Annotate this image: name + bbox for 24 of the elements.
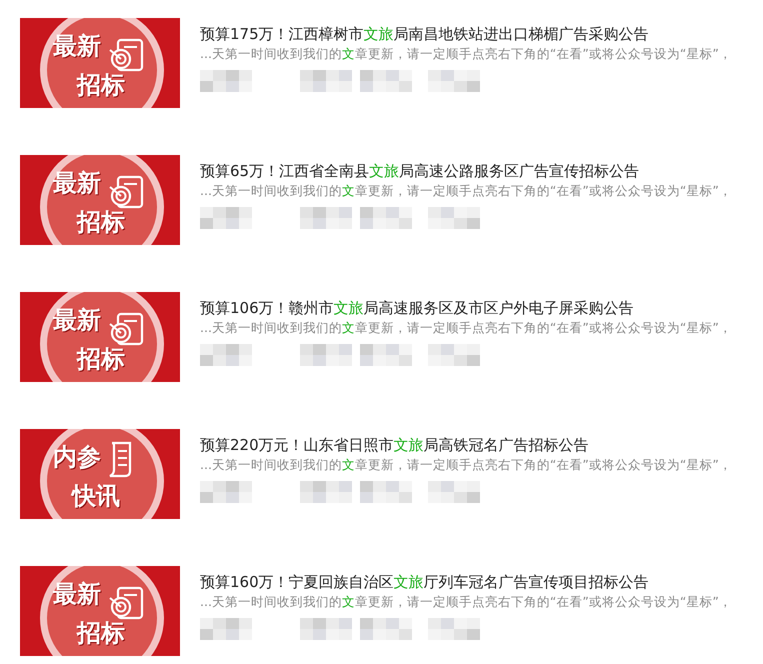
article-title[interactable]: 预算65万！江西省全南县文旅局高速公路服务区广告宣传招标公告 (200, 161, 732, 181)
article-snippet: ...天第一时间收到我们的文章更新，请一定顺手点亮右下角的“在看”或将公众号设为“星标”， (200, 319, 732, 337)
badge-text: 招标 (77, 73, 125, 97)
target-icon (108, 38, 144, 72)
article-snippet: ...天第一时间收到我们的文章更新，请一定顺手点亮右下角的“在看”或将公众号设为“星标”， (200, 593, 732, 611)
badge-text: 招标 (77, 347, 125, 371)
badge-text: 招标 (77, 210, 125, 234)
badge-text: 内参 (53, 445, 101, 469)
target-icon (108, 175, 144, 209)
badge-text: 快讯 (72, 484, 120, 508)
article-snippet: ...天第一时间收到我们的文章更新，请一定顺手点亮右下角的“在看”或将公众号设为“星标”， (200, 182, 732, 200)
article-title[interactable]: 预算220万元！山东省日照市文旅局高铁冠名广告招标公告 (200, 435, 732, 455)
article-title[interactable]: 预算106万！赣州市文旅局高速服务区及市区户外电子屏采购公告 (200, 298, 732, 318)
badge-text: 最新 (53, 582, 101, 606)
article-title[interactable]: 预算160万！宁夏回族自治区文旅厅列车冠名广告宣传项目招标公告 (200, 572, 732, 592)
article-snippet: ...天第一时间收到我们的文章更新，请一定顺手点亮右下角的“在看”或将公众号设为“星标”， (200, 45, 732, 63)
badge-text: 最新 (53, 308, 101, 332)
badge-text: 最新 (53, 34, 101, 58)
target-icon (108, 586, 144, 620)
article-snippet: ...天第一时间收到我们的文章更新，请一定顺手点亮右下角的“在看”或将公众号设为“星标”， (200, 456, 732, 474)
target-icon (108, 312, 144, 346)
badge-text: 最新 (53, 171, 101, 195)
badge-text: 招标 (77, 621, 125, 645)
article-title[interactable]: 预算175万！江西樟树市文旅局南昌地铁站进出口梯楣广告采购公告 (200, 24, 732, 44)
